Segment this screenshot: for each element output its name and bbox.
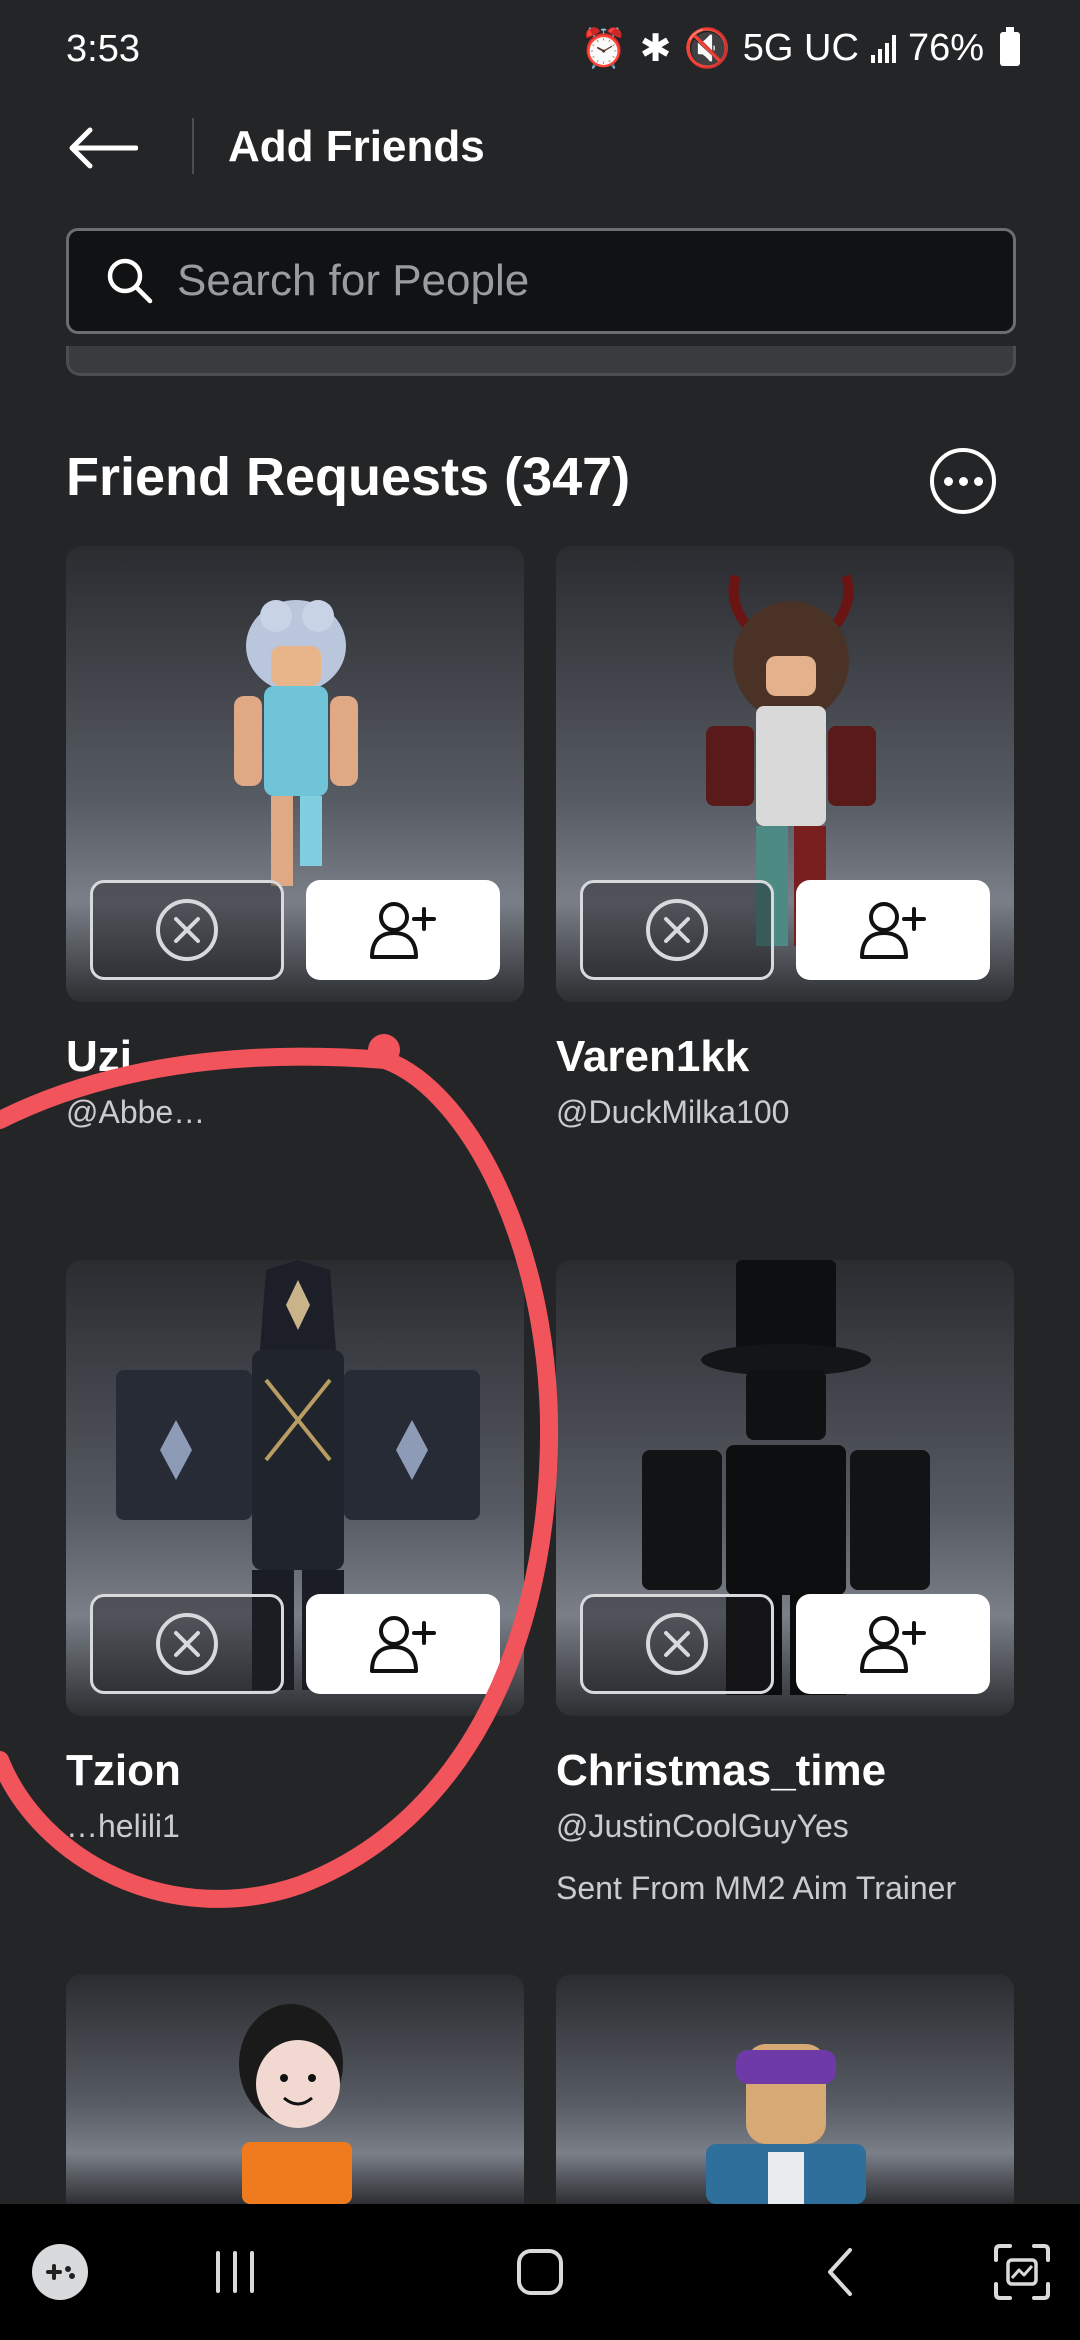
back-nav-button[interactable] [810, 2234, 870, 2310]
friend-name[interactable]: Varen1kk [556, 1032, 749, 1082]
avatar-thumbnail[interactable] [556, 1260, 1014, 1716]
person-add-icon [860, 1616, 926, 1673]
status-time: 3:53 [66, 28, 140, 70]
recents-icon [216, 2251, 254, 2293]
friend-request-card: Tzion …helili1 [66, 1260, 524, 1844]
person-add-icon [370, 1616, 436, 1673]
header: Add Friends [0, 100, 1080, 210]
search-bar[interactable] [66, 228, 1016, 334]
game-launcher-button[interactable] [28, 2234, 92, 2310]
system-nav-bar [0, 2204, 1080, 2340]
friend-handle: @DuckMilka100 [556, 1094, 790, 1130]
close-circle-icon [156, 1613, 218, 1675]
arrow-left-icon [69, 127, 138, 169]
close-circle-icon [646, 899, 708, 961]
section-title: Friend Requests (347) [66, 447, 631, 507]
decline-button[interactable] [580, 1594, 774, 1694]
friend-request-card [66, 1974, 524, 2204]
friend-name[interactable]: Christmas_time [556, 1746, 886, 1796]
accept-button[interactable] [306, 880, 500, 980]
more-options-button[interactable] [930, 448, 996, 514]
friend-request-card: Uzi @Abbe… [66, 546, 524, 1130]
friend-request-card [556, 1974, 1014, 2204]
request-source: Sent From MM2 Aim Trainer [556, 1870, 957, 1906]
friend-name[interactable]: Uzi [66, 1032, 132, 1082]
battery-label: 76% [907, 27, 984, 69]
friend-handle: …helili1 [66, 1808, 180, 1844]
person-add-icon [860, 902, 926, 959]
accept-button[interactable] [796, 880, 990, 980]
decline-button[interactable] [90, 880, 284, 980]
person-add-icon [370, 902, 436, 959]
bluetooth-icon: ✱ [639, 28, 672, 70]
friend-request-card: Christmas_time @JustinCoolGuyYes Sent Fr… [556, 1260, 1014, 1906]
mute-icon: 🔇 [683, 27, 731, 70]
home-icon [517, 2249, 563, 2295]
game-launcher-icon [32, 2244, 88, 2300]
friend-request-card: Varen1kk @DuckMilka100 [556, 546, 1014, 1130]
recents-button[interactable] [200, 2234, 270, 2310]
more-icon [943, 476, 983, 486]
decline-button[interactable] [90, 1594, 284, 1694]
network-label: 5G UC [742, 27, 859, 69]
avatar-thumbnail[interactable] [556, 1974, 1014, 2204]
avatar-thumbnail[interactable] [66, 546, 524, 1002]
search-icon [107, 258, 153, 304]
home-button[interactable] [500, 2234, 580, 2310]
signal-icon [870, 34, 896, 63]
search-input[interactable] [177, 256, 957, 306]
screenshot-icon [994, 2244, 1050, 2300]
avatar-thumbnail[interactable] [66, 1260, 524, 1716]
avatar-thumbnail[interactable] [556, 546, 1014, 1002]
close-circle-icon [156, 899, 218, 961]
page-title: Add Friends [228, 122, 485, 171]
screenshot-button[interactable] [990, 2234, 1054, 2310]
avatar-thumbnail[interactable] [66, 1974, 524, 2204]
decline-button[interactable] [580, 880, 774, 980]
close-circle-icon [646, 1613, 708, 1675]
status-icons: ⏰ ✱ 🔇 5G UC 76% [580, 26, 1020, 71]
friend-handle: @JustinCoolGuyYes [556, 1808, 849, 1844]
friend-handle: @Abbe… [66, 1094, 206, 1130]
header-divider [192, 118, 194, 174]
battery-icon [1000, 26, 1020, 66]
accept-button[interactable] [796, 1594, 990, 1694]
back-icon [828, 2248, 852, 2296]
friend-name[interactable]: Tzion [66, 1746, 181, 1796]
avatar-image [706, 2044, 866, 2204]
back-button[interactable] [66, 118, 146, 178]
status-bar: 3:53 ⏰ ✱ 🔇 5G UC 76% [0, 0, 1080, 100]
alarm-icon: ⏰ [580, 27, 628, 70]
accept-button[interactable] [306, 1594, 500, 1694]
avatar-image [239, 2004, 352, 2204]
carousel-edge [66, 346, 1016, 376]
